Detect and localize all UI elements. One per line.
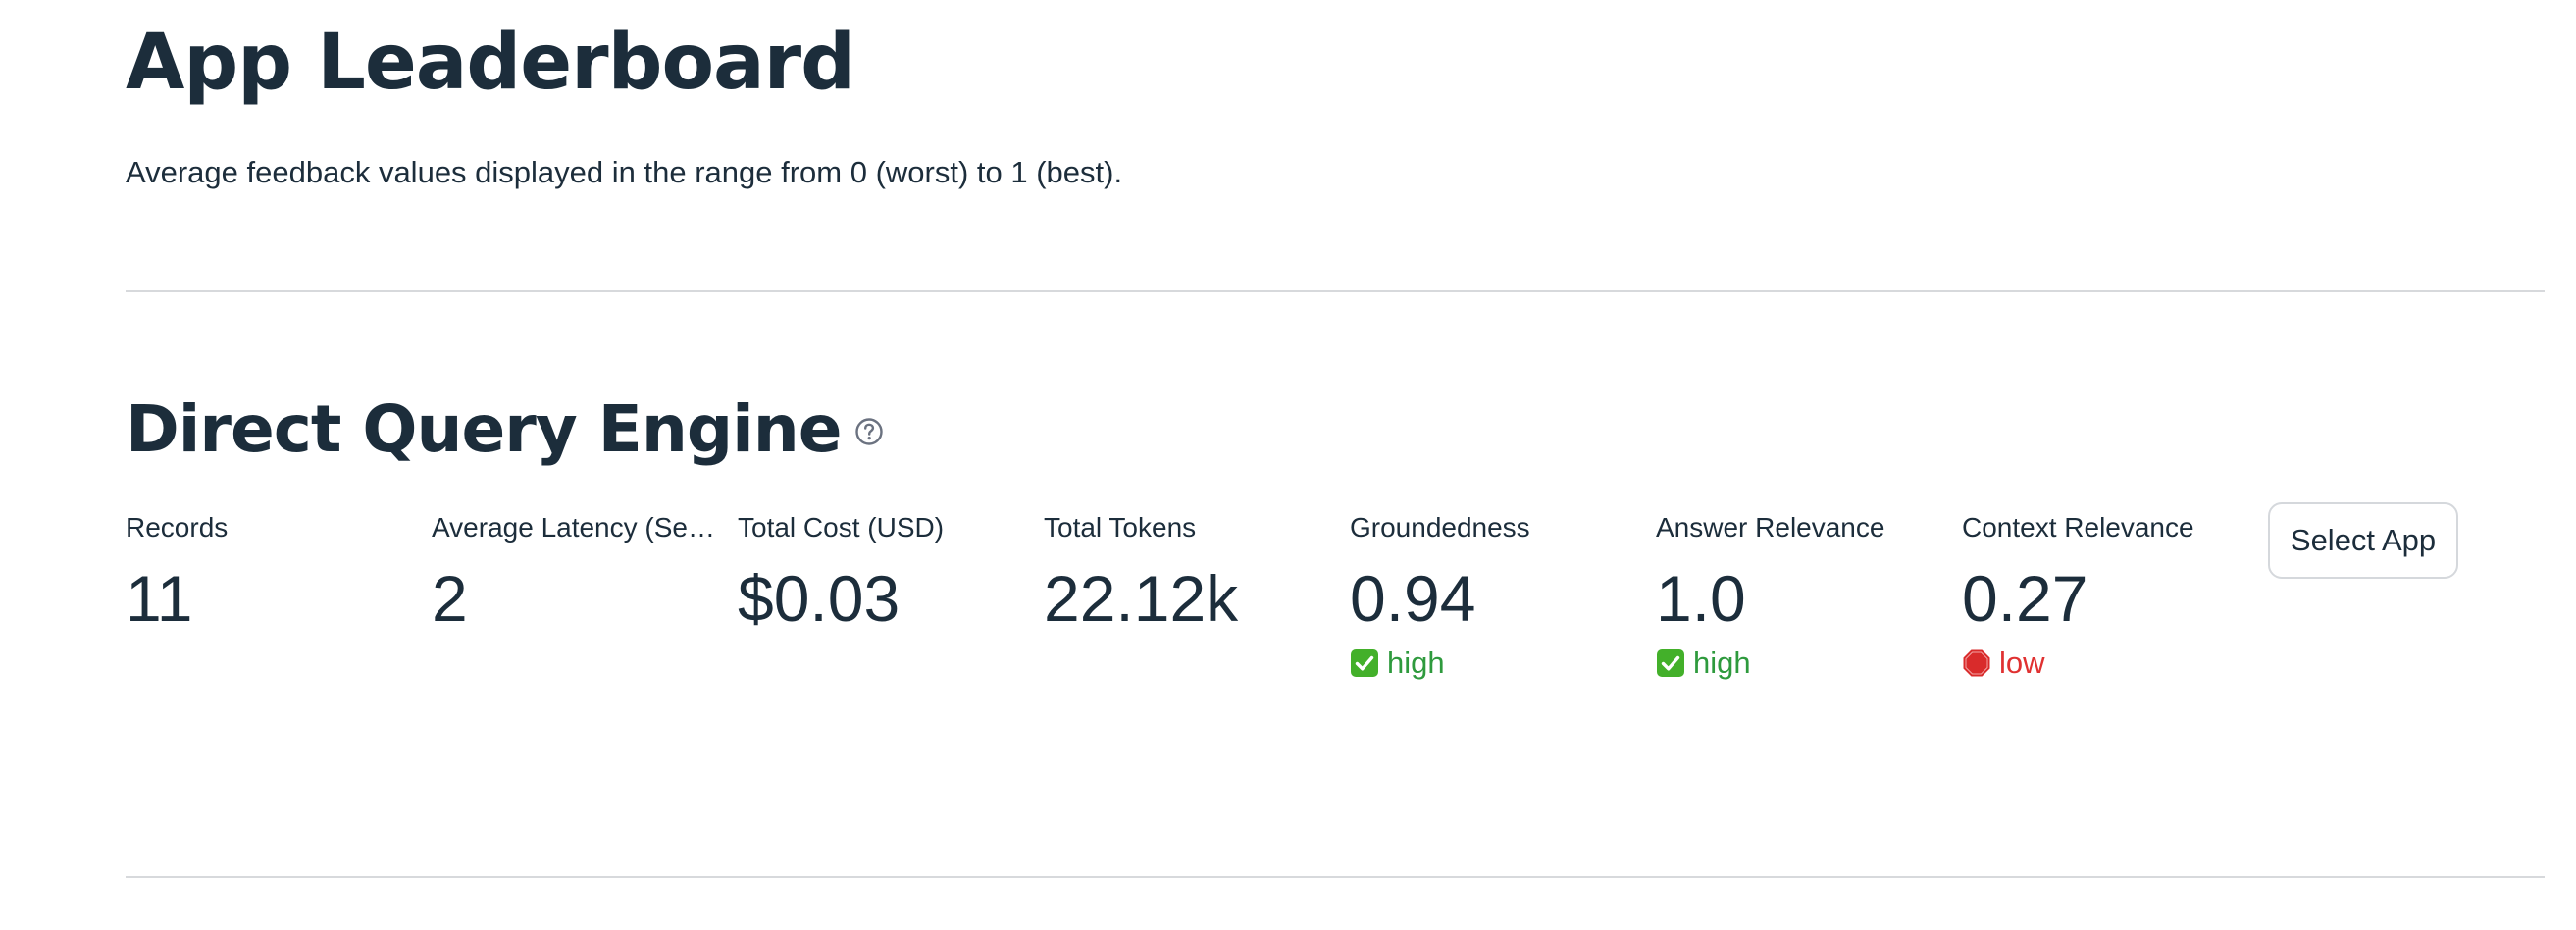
- metric-delta: low: [1962, 644, 2256, 683]
- metric-label: Answer Relevance: [1656, 512, 1885, 542]
- metric-records: Records 11: [126, 508, 420, 638]
- bottom-divider: [126, 876, 2545, 878]
- metric-delta: high: [1656, 644, 1950, 683]
- metric-value: $0.03: [738, 562, 901, 635]
- metric-context-relevance: Context Relevance 0.27 low: [1962, 508, 2256, 683]
- metric-label: Total Tokens: [1044, 512, 1197, 542]
- metric-value: 11: [126, 562, 193, 635]
- metric-total-cost: Total Cost (USD) $0.03: [738, 508, 1032, 638]
- delta-text: high: [1693, 646, 1751, 680]
- stop-sign-icon: [1962, 648, 1991, 678]
- app-heading: Direct Query Engine: [126, 385, 884, 475]
- metric-value: 1.0: [1656, 562, 1746, 635]
- metric-delta: high: [1350, 644, 1644, 683]
- check-mark-icon: [1350, 648, 1379, 678]
- delta-text: low: [1999, 646, 2045, 680]
- page-subtitle: Average feedback values displayed in the…: [126, 155, 1123, 189]
- select-app-button[interactable]: Select App: [2268, 502, 2458, 579]
- top-divider: [126, 290, 2545, 292]
- metric-value: 0.27: [1962, 562, 2088, 635]
- metric-value: 2: [432, 562, 468, 635]
- page-title: App Leaderboard: [126, 19, 855, 107]
- metric-average-latency: Average Latency (Sec… 2: [432, 508, 726, 638]
- metric-value: 22.12k: [1044, 562, 1239, 635]
- delta-text: high: [1387, 646, 1445, 680]
- metric-label: Context Relevance: [1962, 512, 2194, 542]
- question-circle-icon[interactable]: [854, 417, 884, 446]
- metric-answer-relevance: Answer Relevance 1.0 high: [1656, 508, 1950, 683]
- app-name: Direct Query Engine: [126, 391, 842, 467]
- metric-value: 0.94: [1350, 562, 1476, 635]
- metric-total-tokens: Total Tokens 22.12k: [1044, 508, 1338, 638]
- metric-groundedness: Groundedness 0.94 high: [1350, 508, 1644, 683]
- metric-label: Average Latency (Sec…: [432, 512, 716, 542]
- check-mark-icon: [1656, 648, 1685, 678]
- metric-label: Groundedness: [1350, 512, 1530, 542]
- metric-label: Total Cost (USD): [738, 512, 945, 542]
- metric-label: Records: [126, 512, 229, 542]
